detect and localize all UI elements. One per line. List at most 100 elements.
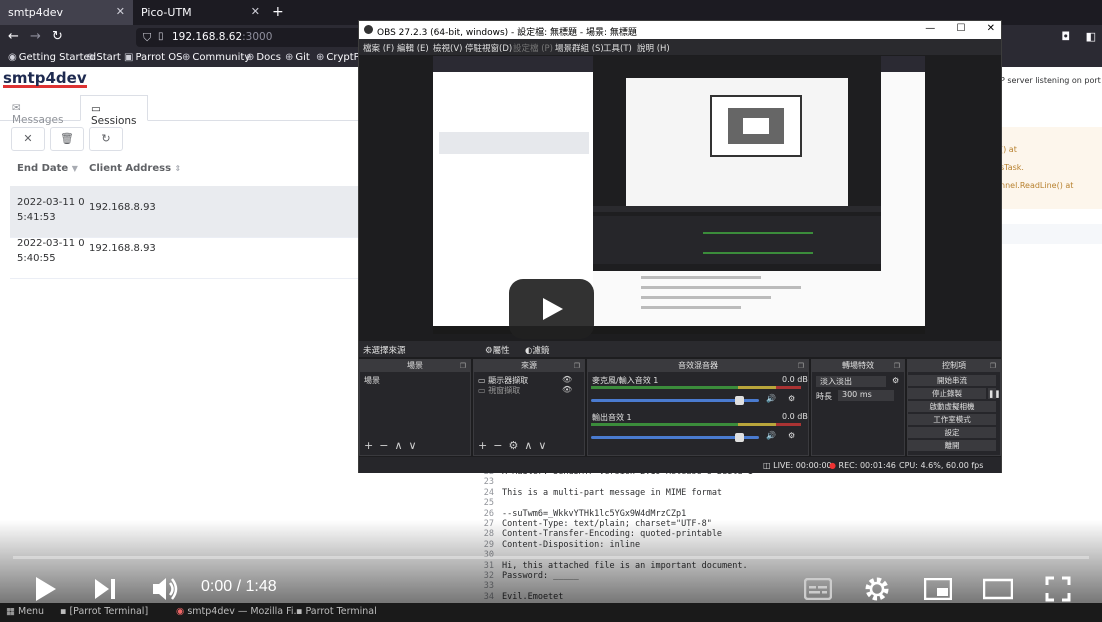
code-line: 26 --suTwm6=_WkkvYTHk1lc5YGx9W4dMrzCZp1 <box>472 509 686 519</box>
exit-button[interactable]: 離開 <box>908 440 996 451</box>
bookmark-community[interactable]: ⊕ Community <box>182 52 250 63</box>
preview-screen-capture <box>433 56 925 334</box>
slider-knob[interactable] <box>734 396 744 405</box>
up-icon[interactable]: ∧ <box>524 439 532 452</box>
float-icon[interactable]: ❐ <box>894 360 900 372</box>
close-icon[interactable]: ✕ <box>251 5 260 18</box>
back-arrow-icon[interactable]: ← <box>8 29 19 44</box>
fullscreen-icon[interactable] <box>1045 576 1071 602</box>
large-play-button[interactable] <box>509 279 594 339</box>
extensions-icon[interactable]: ◧ <box>1086 30 1096 43</box>
start-streaming-button[interactable]: 開始串流 <box>908 375 996 386</box>
close-icon[interactable]: ✕ <box>116 5 125 18</box>
up-icon[interactable]: ∧ <box>394 439 402 452</box>
eye-icon[interactable]: 👁 <box>562 375 572 384</box>
clear-selection-button[interactable]: ✕ <box>11 127 45 151</box>
miniplayer-icon[interactable] <box>924 578 952 600</box>
menu-view[interactable]: 檢視(V) <box>433 42 462 54</box>
gear-icon[interactable]: ⚙ <box>788 431 795 440</box>
gear-icon[interactable]: ⚙ <box>788 394 795 403</box>
menu-edit[interactable]: 編輯 (E) <box>397 42 429 54</box>
menu-docks[interactable]: 停駐視窗(D) <box>465 42 512 54</box>
volume-slider[interactable] <box>591 433 759 442</box>
pause-recording-button[interactable]: ❚❚ <box>988 388 1001 399</box>
column-header-client-address[interactable]: Client Address ⇕ <box>89 163 181 174</box>
menu-file[interactable]: 檔案 (F) <box>363 42 394 54</box>
forward-arrow-icon[interactable]: → <box>30 29 41 44</box>
refresh-button[interactable]: ↻ <box>89 127 123 151</box>
settings-button[interactable]: 設定 <box>908 427 996 438</box>
menu-scene-collection[interactable]: 場景群組 (S) <box>555 42 604 54</box>
chat-icon: ▭ <box>91 103 101 115</box>
studio-mode-button[interactable]: 工作室模式 <box>908 414 996 425</box>
browser-tab-pico-utm[interactable]: Pico-UTM ✕ <box>133 0 268 25</box>
taskbar-item[interactable]: ▪ [Parrot Terminal] <box>60 606 148 617</box>
menu-profile[interactable]: 設定檔 (P) <box>513 42 553 54</box>
next-icon[interactable] <box>93 577 117 601</box>
bookmark-start[interactable]: ⊕ Start <box>86 52 121 63</box>
properties-button[interactable]: ⚙屬性 <box>485 344 510 356</box>
source-item[interactable]: ▭ 視窗擷取 <box>478 385 520 396</box>
bookmark-getting-started[interactable]: ◉ Getting Started <box>8 52 96 63</box>
minimize-icon[interactable]: — <box>925 23 935 34</box>
volume-slider[interactable] <box>591 396 759 405</box>
bookmark-parrot-os[interactable]: ▣ Parrot OS <box>124 52 182 63</box>
mixer-channel-name: 輸出音效 1 <box>592 413 632 422</box>
down-icon[interactable]: ∨ <box>538 439 546 452</box>
obs-preview[interactable] <box>433 56 925 334</box>
eye-icon[interactable]: 👁 <box>562 385 572 394</box>
progress-bar[interactable] <box>13 556 1089 559</box>
slider-knob[interactable] <box>734 433 744 442</box>
minus-icon[interactable]: − <box>379 439 388 452</box>
scene-item[interactable]: 場景 <box>364 375 380 386</box>
float-icon[interactable]: ❐ <box>990 360 996 372</box>
duration-input[interactable]: 300 ms <box>838 390 894 401</box>
menu-button[interactable]: ▦ Menu <box>6 606 44 617</box>
subtitles-icon[interactable] <box>804 578 832 600</box>
speaker-icon[interactable]: 🔊 <box>766 431 776 440</box>
bookmark-git[interactable]: ⊕ Git <box>285 52 310 63</box>
down-icon[interactable]: ∨ <box>409 439 417 452</box>
float-icon[interactable]: ❐ <box>798 360 804 372</box>
plus-icon[interactable]: + <box>364 439 373 452</box>
menu-tools[interactable]: 工具(T) <box>603 42 632 54</box>
recursive-preview-image <box>433 56 925 334</box>
pocket-icon[interactable]: ◘ <box>1061 30 1070 43</box>
maximize-icon[interactable]: ☐ <box>956 23 965 34</box>
close-icon[interactable]: ✕ <box>987 23 995 34</box>
play-icon[interactable] <box>34 575 58 603</box>
theater-mode-icon[interactable] <box>983 578 1013 600</box>
line-number: 25 <box>483 498 494 509</box>
plus-icon[interactable]: + <box>478 439 487 452</box>
dock-footer: + − ⚙ ∧ ∨ <box>478 439 552 452</box>
bookmark-docs[interactable]: ⊕ Docs <box>246 52 281 63</box>
browser-tab-smtp4dev[interactable]: smtp4dev ✕ <box>0 0 133 25</box>
gear-icon[interactable]: ⚙ <box>508 439 518 452</box>
stop-recording-button[interactable]: 停止錄製 <box>908 388 986 399</box>
transition-select[interactable]: 淡入淡出 <box>816 376 886 387</box>
column-header-end-date[interactable]: End Date ▼ <box>17 163 78 174</box>
float-icon[interactable]: ❐ <box>460 360 466 372</box>
url-bar[interactable]: ⛉ ▯ 192.168.8.62:3000 <box>136 28 362 47</box>
reload-icon[interactable]: ↻ <box>52 29 63 44</box>
minus-icon[interactable]: − <box>493 439 502 452</box>
dock-title: 音效混音器 ❐ <box>588 360 808 372</box>
gear-icon[interactable]: ⚙ <box>892 376 899 385</box>
controls-dock: 控制項 ❐ 開始串流 停止錄製 ❚❚ 啟動虛擬相機 工作室模式 設定 離開 <box>907 359 1001 456</box>
volume-icon[interactable] <box>151 576 179 602</box>
tab-sessions[interactable]: ▭ Sessions <box>80 95 148 127</box>
taskbar-item[interactable]: ▪ Parrot Terminal <box>296 606 377 617</box>
tab-messages[interactable]: ✉ Messages <box>2 95 76 126</box>
video-frame: smtp4dev ✕ Pico-UTM ✕ + ← → ↻ ⛉ ▯ 192.16… <box>0 0 1102 622</box>
settings-gear-icon[interactable] <box>864 576 890 602</box>
filters-button[interactable]: ◐濾鏡 <box>525 344 549 356</box>
float-icon[interactable]: ❐ <box>574 360 580 372</box>
virtual-camera-button[interactable]: 啟動虛擬相機 <box>908 401 996 412</box>
speaker-muted-icon[interactable]: 🔊 <box>766 394 776 403</box>
delete-button[interactable]: 🗑 <box>50 127 84 151</box>
line-number: 23 <box>483 477 494 488</box>
taskbar-item[interactable]: ◉ smtp4dev — Mozilla Fi... <box>176 606 303 617</box>
menu-help[interactable]: 說明 (H) <box>637 42 670 54</box>
plus-icon[interactable]: + <box>272 4 284 20</box>
table-row[interactable]: 2022-03-11 0 5:40:55 192.168.8.93 <box>10 227 360 279</box>
